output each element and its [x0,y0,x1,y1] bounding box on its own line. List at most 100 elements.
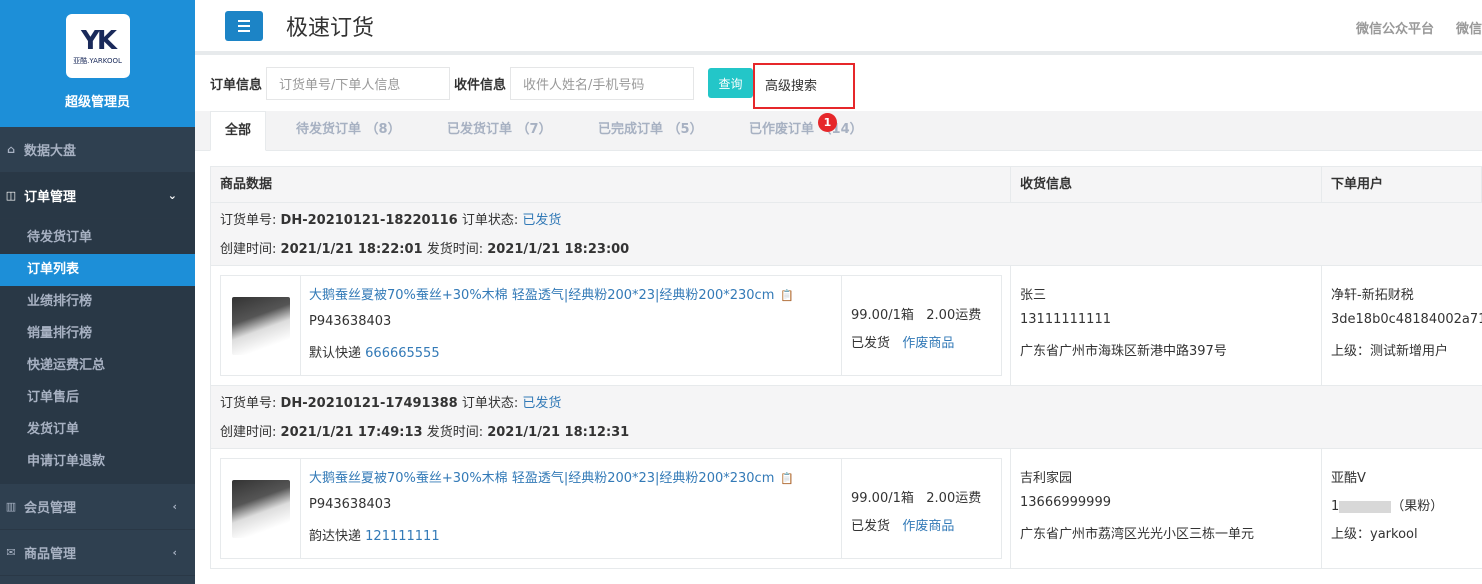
redacted-block [1339,500,1392,513]
menu-toggle-button[interactable] [225,10,263,41]
freight: 2.00运费 [926,308,982,323]
sidebar-subitem-performance-rank[interactable]: 业绩排行榜 [0,286,195,318]
sidebar-item-products[interactable]: ✉ 商品管理 ‹ [0,530,195,576]
recv-info-input[interactable]: 收件人姓名/手机号码 [510,66,695,100]
product-image[interactable] [221,276,301,375]
sidebar-item-label: 商品管理 [24,547,77,562]
sidebar-item-dashboard[interactable]: ⌂ 数据大盘 [0,127,195,173]
order-info-input[interactable]: 订货单号/下单人信息 [266,66,451,100]
orders-submenu: 待发货订单 订单列表 业绩排行榜 销量排行榜 快递运费汇总 订单售后 发货订单 … [0,219,195,484]
order-status[interactable]: 已发货 [522,213,561,228]
product-box: 大鹅蚕丝夏被70%蚕丝+30%木棉 轻盈透气|经典粉200*23|经典粉200*… [220,458,1002,559]
void-item-link[interactable]: 作废商品 [902,336,954,351]
logo-mark: YK [81,25,117,56]
user-name: 亚酷V [1331,471,1366,486]
order-info: 订货单号: DH-20210121-17491388 订单状态: 已发货 创建时… [210,386,1482,449]
bar-chart-icon: ▥ [5,500,17,513]
envelope-icon: ✉ [6,546,16,559]
table-header: 商品数据 收货信息 下单用户 [210,166,1482,203]
sidebar-item-orders[interactable]: ◫ 订单管理 ⌄ [0,173,195,219]
wechat-link[interactable]: 微信 [1456,18,1482,37]
table-row: 大鹅蚕丝夏被70%蚕丝+30%木棉 轻盈透气|经典粉200*23|经典粉200*… [210,266,1482,386]
wechat-official-link[interactable]: 微信公众平台 [1356,18,1434,37]
order-number: DH-20210121-17491388 [280,396,458,411]
created-time: 2021/1/21 18:22:01 [280,242,423,257]
tab-shipped[interactable]: 已发货订单 （7） [447,111,552,151]
receiver-name: 吉利家园 [1020,471,1073,486]
columns-icon: ◫ [5,189,17,202]
shipped-time: 2021/1/21 18:12:31 [487,425,630,440]
sidebar-item-label: 数据大盘 [24,144,77,159]
order-info: 订货单号: DH-20210121-18220116 订单状态: 已发货 创建时… [210,203,1482,266]
product-image[interactable] [221,459,301,558]
tab-all[interactable]: 全部 [210,111,266,151]
order-number: DH-20210121-18220116 [280,213,458,228]
chevron-left-icon: ‹ [172,546,177,559]
query-button[interactable]: 查询 [708,68,754,98]
order-info-label: 订单信息 [210,77,263,93]
product-sku: P943638403 [309,497,392,512]
tab-completed[interactable]: 已完成订单 （5） [598,111,703,151]
receiver-address: 广东省广州市海珠区新港中路397号 [1020,344,1227,359]
user-cell: 净轩-新拓财税 3de18b0c48184002a71f9 上级：测试新增用户 [1321,266,1482,385]
order-tabs: 全部 待发货订单 （8） 已发货订单 （7） 已完成订单 （5） 已作废订单 （… [195,111,1482,151]
express-number[interactable]: 666665555 [365,346,439,361]
sidebar-item-members[interactable]: ▥ 会员管理 ‹ [0,484,195,530]
chevron-left-icon: ‹ [172,500,177,513]
sidebar-subitem-freight-summary[interactable]: 快递运费汇总 [0,350,195,382]
price-cell: 99.00/1箱 2.00运费 已发货 作废商品 [841,276,1001,375]
receiver-phone: 13111111111 [1020,312,1111,327]
sidebar-subitem-pending-orders[interactable]: 待发货订单 [0,222,195,254]
user-cell: 亚酷V 1 （果粉） 上级：yarkool [1321,449,1482,568]
sidebar-subitem-sales-rank[interactable]: 销量排行榜 [0,318,195,350]
col-product: 商品数据 [220,177,273,192]
sidebar-subitem-after-sales[interactable]: 订单售后 [0,382,195,414]
sidebar-subitem-order-list[interactable]: 订单列表 [0,254,195,286]
logo-text: 亚酷.YARKOOL [73,56,122,65]
sidebar-item-label: 订单管理 [24,190,77,205]
price-cell: 99.00/1箱 2.00运费 已发货 作废商品 [841,459,1001,558]
page-title: 极速订货 [286,15,375,41]
top-links: 微信公众平台 微信 [1356,18,1482,37]
price: 99.00/1箱 [851,491,914,506]
receiver-cell: 张三 13111111111 广东省广州市海珠区新港中路397号 [1010,266,1321,385]
shipped-time: 2021/1/21 18:23:00 [487,242,630,257]
home-icon: ⌂ [7,143,15,156]
top-bar: 极速订货 微信公众平台 微信 [195,0,1482,55]
product-box: 大鹅蚕丝夏被70%蚕丝+30%木棉 轻盈透气|经典粉200*23|经典粉200*… [220,275,1002,376]
copy-icon[interactable]: 📋 [780,472,794,485]
advanced-search-link[interactable]: 高级搜索 [753,63,855,109]
item-status: 已发货 [851,336,891,351]
express-number[interactable]: 121111111 [365,529,439,544]
profile-name[interactable]: 超级管理员 [65,91,130,110]
user-id: 1 （果粉） [1331,499,1444,514]
hamburger-icon [238,19,250,22]
col-receiver: 收货信息 [1010,167,1072,203]
item-status: 已发货 [851,519,891,534]
receiver-name: 张三 [1020,288,1047,303]
sidebar-subitem-ship-orders[interactable]: 发货订单 [0,414,195,446]
user-name: 净轩-新拓财税 [1331,288,1414,303]
created-time: 2021/1/21 17:49:13 [280,425,423,440]
receiver-cell: 吉利家园 13666999999 广东省广州市荔湾区光光小区三栋一单元 [1010,449,1321,568]
main-content: 极速订货 微信公众平台 微信 订单信息 订货单号/下单人信息 收件信息 收件人姓… [195,0,1482,584]
sidebar-subitem-refund-requests[interactable]: 申请订单退款 [0,446,195,478]
order-status[interactable]: 已发货 [522,396,561,411]
copy-icon[interactable]: 📋 [780,289,794,302]
price: 99.00/1箱 [851,308,914,323]
express-info: 默认快递 666665555 [309,346,440,361]
tab-pending[interactable]: 待发货订单 （8） [296,111,401,151]
tab-voided[interactable]: 已作废订单 （14） [749,111,863,151]
col-user: 下单用户 [1321,167,1383,203]
void-item-link[interactable]: 作废商品 [902,519,954,534]
sidebar-item-label: 会员管理 [24,501,77,516]
user-superior: 上级：yarkool [1331,527,1418,542]
orders-table: 商品数据 收货信息 下单用户 订货单号: DH-20210121-1822011… [210,166,1482,569]
logo: YK 亚酷.YARKOOL [65,14,130,78]
recv-info-label: 收件信息 [454,77,507,93]
table-row: 大鹅蚕丝夏被70%蚕丝+30%木棉 轻盈透气|经典粉200*23|经典粉200*… [210,449,1482,569]
chevron-down-icon: ⌄ [167,189,177,202]
sidebar: YK 亚酷.YARKOOL 超级管理员 ⌂ 数据大盘 ◫ 订单管理 ⌄ 待发货订… [0,0,195,584]
product-name[interactable]: 大鹅蚕丝夏被70%蚕丝+30%木棉 轻盈透气|经典粉200*23|经典粉200*… [309,284,794,303]
product-name[interactable]: 大鹅蚕丝夏被70%蚕丝+30%木棉 轻盈透气|经典粉200*23|经典粉200*… [309,467,794,486]
